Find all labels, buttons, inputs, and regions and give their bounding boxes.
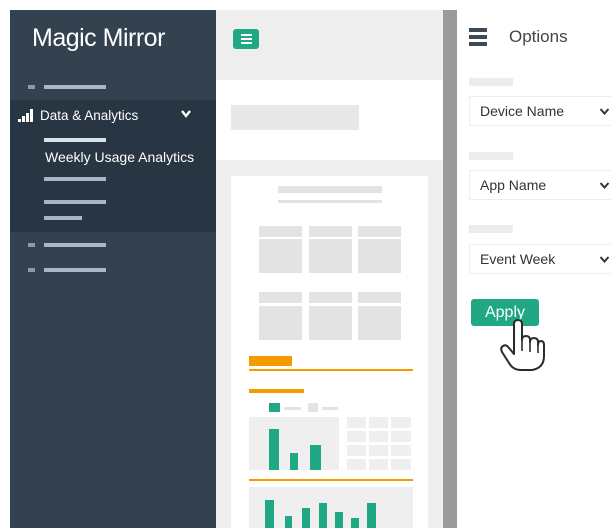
chart-divider: [249, 479, 413, 481]
tile-header: [309, 226, 352, 237]
table-cell: [391, 459, 411, 470]
table-cell: [347, 431, 366, 442]
tile-header: [358, 226, 401, 237]
tile-header: [309, 292, 352, 303]
table-cell: [347, 445, 366, 456]
chart-bar: [351, 518, 359, 528]
table-cell: [369, 459, 388, 470]
legend-swatch: [269, 403, 280, 412]
legend-label: [284, 407, 301, 410]
top-bar: [216, 10, 443, 80]
report-canvas: [216, 160, 443, 528]
event-week-select[interactable]: Event Week: [469, 244, 611, 274]
sidebar-item-2[interactable]: [10, 240, 216, 254]
submenu-item-placeholder[interactable]: [44, 216, 82, 220]
hand-pointer-icon: [500, 319, 545, 371]
options-title: Options: [509, 27, 568, 46]
sidebar-group-data-analytics[interactable]: Data & Analytics: [40, 108, 138, 123]
options-list-icon: [469, 28, 487, 46]
sidebar-item-placeholder: [44, 243, 106, 247]
chart-bar: [310, 445, 321, 470]
hamburger-menu-icon[interactable]: [233, 29, 259, 49]
page-title-placeholder: [231, 105, 359, 130]
submenu-item-placeholder[interactable]: [44, 200, 106, 204]
select-value: Device Name: [480, 103, 565, 119]
table-cell: [369, 417, 388, 428]
select-value: App Name: [480, 177, 547, 193]
tile: [358, 239, 401, 273]
chart-bar: [285, 516, 292, 528]
table-cell: [369, 445, 388, 456]
app-logo: Magic Mirror: [32, 24, 165, 52]
tile-header: [259, 292, 302, 303]
tile: [309, 306, 352, 340]
table-cell: [369, 431, 388, 442]
chart-bar: [302, 508, 310, 528]
table-cell: [347, 459, 366, 470]
chevron-down-icon: [599, 108, 610, 116]
report-subtitle-placeholder: [278, 200, 382, 203]
legend-swatch: [308, 403, 318, 412]
tile: [259, 239, 302, 273]
sidebar-item-1[interactable]: [10, 80, 216, 94]
chevron-down-icon[interactable]: [180, 109, 192, 119]
submenu-item-placeholder[interactable]: [44, 177, 106, 181]
tile: [309, 239, 352, 273]
chart-bar: [319, 503, 327, 528]
legend-label: [322, 407, 338, 410]
section-divider: [249, 369, 413, 371]
chevron-down-icon: [599, 256, 610, 264]
tile: [259, 306, 302, 340]
table-cell: [391, 445, 411, 456]
tile-header: [259, 226, 302, 237]
sidebar-item-placeholder: [44, 268, 106, 272]
chart-bar: [367, 503, 376, 528]
sidebar-item-placeholder: [44, 85, 106, 89]
sidebar-item-weekly-usage-analytics[interactable]: Weekly Usage Analytics: [45, 149, 194, 165]
tile: [358, 306, 401, 340]
sidebar-item-3[interactable]: [10, 265, 216, 279]
page-header-area: [216, 80, 443, 160]
chart-title-highlight: [249, 389, 304, 393]
bullet-icon: [28, 85, 35, 89]
chart-bar: [335, 512, 343, 528]
chart-bar: [265, 500, 274, 528]
submenu-item-placeholder[interactable]: [44, 138, 106, 142]
filter-label-placeholder: [469, 78, 513, 86]
chart-bar: [290, 453, 298, 470]
table-cell: [391, 417, 411, 428]
panel-splitter[interactable]: [443, 10, 457, 528]
bullet-icon: [28, 268, 35, 272]
bullet-icon: [28, 243, 35, 247]
chart-bar: [269, 429, 279, 470]
chevron-down-icon: [599, 182, 610, 190]
options-panel: Options Device Name App Name Event Week …: [457, 10, 611, 528]
app-name-select[interactable]: App Name: [469, 170, 611, 200]
report-document: [231, 176, 428, 528]
device-name-select[interactable]: Device Name: [469, 96, 611, 126]
signal-bars-icon: [18, 109, 34, 122]
sidebar: Magic Mirror Data & Analytics Weekly Usa…: [10, 10, 216, 528]
filter-label-placeholder: [469, 152, 513, 160]
table-cell: [391, 431, 411, 442]
report-title-placeholder: [278, 186, 382, 193]
select-value: Event Week: [480, 251, 556, 267]
filter-label-placeholder: [469, 225, 513, 233]
tile-header: [358, 292, 401, 303]
section-highlight: [249, 356, 292, 366]
table-cell: [347, 417, 366, 428]
